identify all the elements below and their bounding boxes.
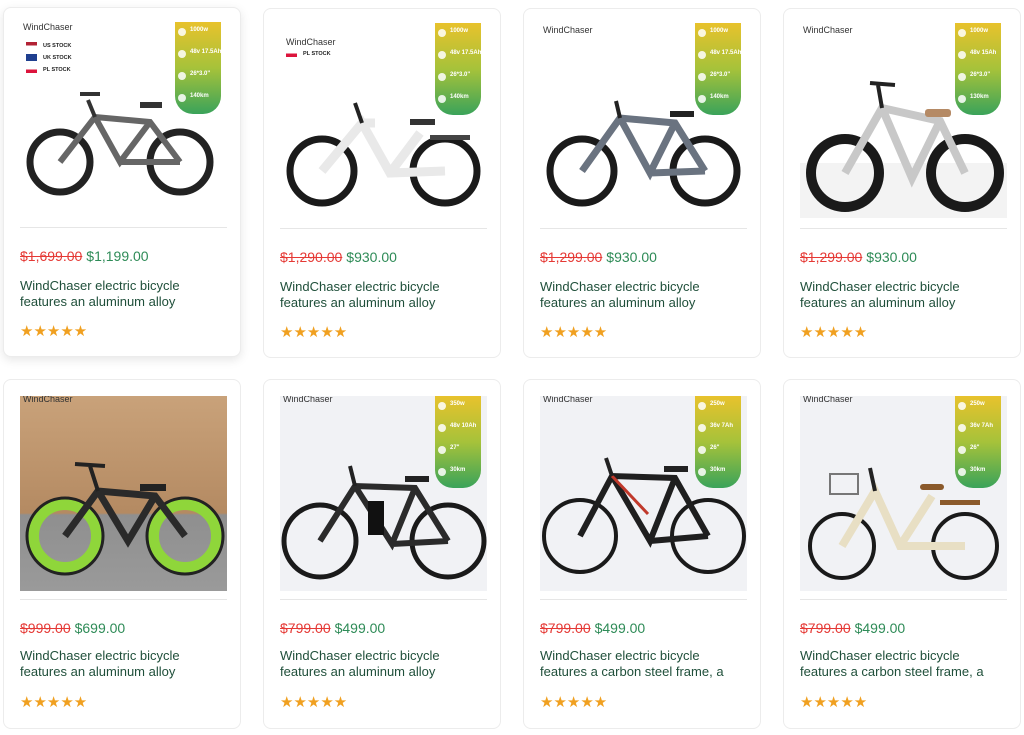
bike-illustration <box>26 92 214 196</box>
product-card[interactable]: WindChaser PL STOCK 1000w 48v 17.5Ah 26*… <box>263 8 501 358</box>
product-title[interactable]: WindChaser electric bicycle features an … <box>540 279 750 311</box>
divider <box>280 228 487 229</box>
price: $799.00 $499.00 <box>280 620 385 636</box>
product-card[interactable]: WindChaser 250w 36v 7Ah 26" 30km $799.00… <box>523 379 761 729</box>
product-card[interactable]: WindChaser 1000w 48v 15Ah 26*3.0" 130km … <box>783 8 1021 358</box>
price: $1,299.00 $930.00 <box>800 249 917 265</box>
product-image[interactable]: WindChaser PL STOCK 1000w 48v 17.5Ah 26*… <box>280 23 487 218</box>
product-image[interactable]: WindChaser 250w 36v 7Ah 26" 30km <box>800 396 1007 591</box>
sale-price: $499.00 <box>594 620 646 636</box>
product-title[interactable]: WindChaser electric bicycle features an … <box>280 648 490 680</box>
price: $999.00 $699.00 <box>20 620 125 636</box>
divider <box>280 599 487 600</box>
product-title[interactable]: WindChaser electric bicycle features an … <box>800 279 1010 311</box>
divider <box>20 599 227 600</box>
product-title[interactable]: WindChaser electric bicycle features an … <box>280 279 490 311</box>
product-card[interactable]: WindChaser US STOCK UK STOCK PL STOCK 10… <box>3 7 241 357</box>
star-rating: ★★★★★ <box>540 694 608 711</box>
original-price: $1,299.00 <box>800 249 863 265</box>
divider <box>800 228 1007 229</box>
product-card[interactable]: WindChaser $999.00 $699.00 WindChaser ele… <box>3 379 241 729</box>
price: $799.00 $499.00 <box>800 620 905 636</box>
product-image[interactable]: WindChaser US STOCK UK STOCK PL STOCK 10… <box>20 22 227 217</box>
original-price: $1,699.00 <box>20 248 83 264</box>
product-title[interactable]: WindChaser electric bicycle features a c… <box>800 648 1010 680</box>
bike-illustration <box>25 462 225 576</box>
sale-price: $930.00 <box>866 249 917 265</box>
bike-illustration <box>542 457 746 574</box>
divider <box>540 228 747 229</box>
sale-price: $930.00 <box>606 249 657 265</box>
sale-price: $930.00 <box>346 249 397 265</box>
star-rating: ★★★★★ <box>20 694 88 711</box>
product-title[interactable]: WindChaser electric bicycle features a c… <box>540 648 750 680</box>
bike-illustration <box>800 81 1007 218</box>
sale-price: $1,199.00 <box>86 248 149 264</box>
sale-price: $499.00 <box>334 620 386 636</box>
bike-illustration <box>808 467 999 580</box>
original-price: $799.00 <box>540 620 591 636</box>
star-rating: ★★★★★ <box>20 323 88 340</box>
original-price: $1,290.00 <box>280 249 343 265</box>
divider <box>20 227 227 228</box>
product-title[interactable]: WindChaser electric bicycle features an … <box>20 278 230 310</box>
star-rating: ★★★★★ <box>800 324 868 341</box>
product-card[interactable]: WindChaser 250w 36v 7Ah 26" 30km $799.00… <box>783 379 1021 729</box>
product-image[interactable]: WindChaser 350w 48v 10Ah 27" 30km <box>280 396 487 591</box>
divider <box>540 599 747 600</box>
bike-illustration <box>546 100 741 207</box>
product-title[interactable]: WindChaser electric bicycle features an … <box>20 648 230 680</box>
bike-illustration <box>281 465 487 580</box>
divider <box>800 599 1007 600</box>
price: $1,290.00 $930.00 <box>280 249 397 265</box>
product-image[interactable]: WindChaser 1000w 48v 17.5Ah 26*3.0" 140k… <box>540 23 747 218</box>
original-price: $999.00 <box>20 620 71 636</box>
original-price: $799.00 <box>800 620 851 636</box>
original-price: $799.00 <box>280 620 331 636</box>
original-price: $1,299.00 <box>540 249 603 265</box>
bike-illustration <box>286 102 481 207</box>
sale-price: $499.00 <box>854 620 906 636</box>
product-image[interactable]: WindChaser <box>20 396 227 591</box>
product-card[interactable]: WindChaser 1000w 48v 17.5Ah 26*3.0" 140k… <box>523 8 761 358</box>
sale-price: $699.00 <box>74 620 126 636</box>
star-rating: ★★★★★ <box>280 324 348 341</box>
price: $799.00 $499.00 <box>540 620 645 636</box>
price: $1,699.00 $1,199.00 <box>20 248 149 264</box>
product-image[interactable]: WindChaser 1000w 48v 15Ah 26*3.0" 130km <box>800 23 1007 218</box>
star-rating: ★★★★★ <box>800 694 868 711</box>
star-rating: ★★★★★ <box>280 694 348 711</box>
product-card[interactable]: WindChaser 350w 48v 10Ah 27" 30km $799.0… <box>263 379 501 729</box>
price: $1,299.00 $930.00 <box>540 249 657 265</box>
star-rating: ★★★★★ <box>540 324 608 341</box>
product-image[interactable]: WindChaser 250w 36v 7Ah 26" 30km <box>540 396 747 591</box>
